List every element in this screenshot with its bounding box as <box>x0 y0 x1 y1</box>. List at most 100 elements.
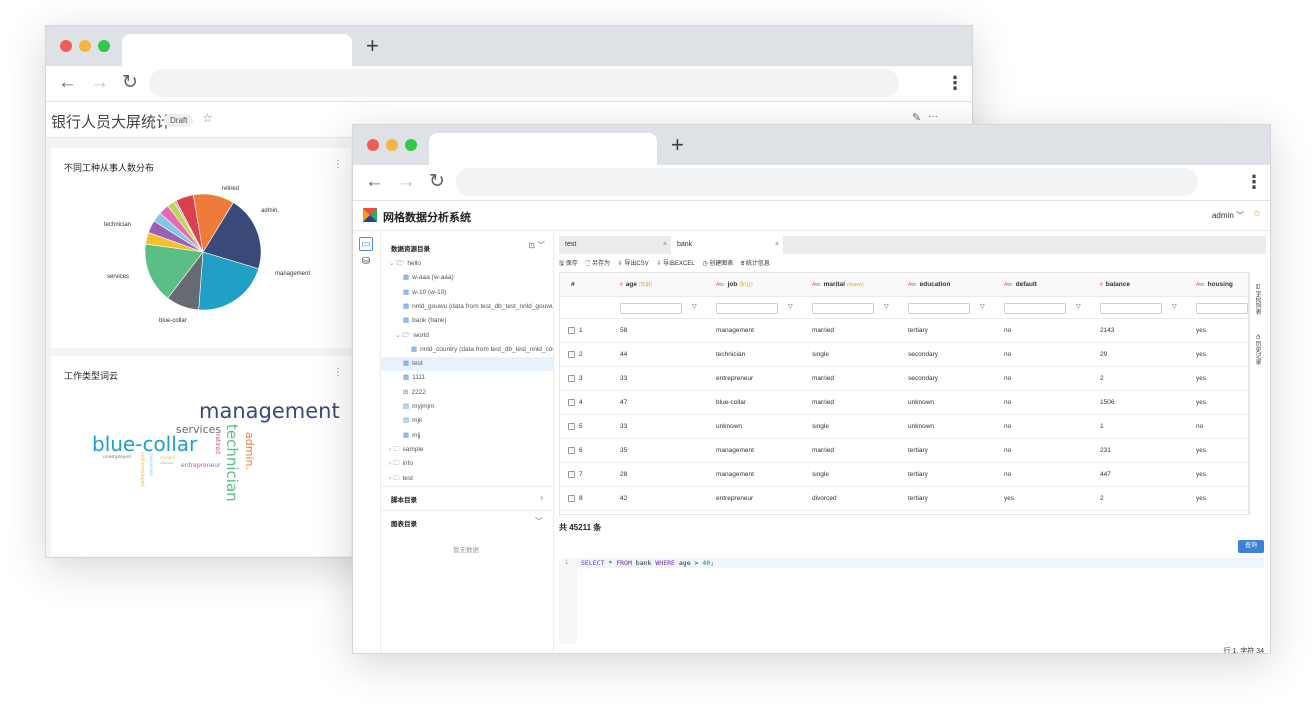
chevron-down-icon[interactable]: ﹀ <box>535 516 543 527</box>
table-row[interactable]: 4 47 blue-collar married unknown no 1506 yes <box>560 391 1248 415</box>
query-button[interactable]: 查询 <box>1238 540 1264 553</box>
more-icon[interactable]: ··· <box>928 111 938 122</box>
save-button[interactable]: 🖫 保存 <box>559 261 578 267</box>
new-tab-icon[interactable]: + <box>366 34 379 58</box>
table-row[interactable]: 7 28 management single tertiary no 447 yes <box>560 463 1248 487</box>
back-arrow-icon[interactable]: ← <box>365 170 384 194</box>
tree-item[interactable]: ▦ w-10 (w-10) <box>381 286 553 300</box>
filter-icon[interactable]: ▽ <box>1076 303 1081 310</box>
column-header-housing[interactable]: Abc housing <box>1196 273 1248 297</box>
row-checkbox[interactable] <box>568 470 575 478</box>
back-arrow-icon[interactable]: ← <box>58 71 77 95</box>
tree-item[interactable]: ▦ test <box>381 357 553 372</box>
forward-arrow-icon[interactable]: → <box>397 170 416 194</box>
column-header-marital[interactable]: Abc marital (wqww) <box>812 273 908 297</box>
table-row[interactable]: 6 35 management married tertiary no 231 yes <box>560 439 1248 463</box>
column-header-education[interactable]: Abc education <box>908 273 1004 297</box>
folder-icon[interactable]: ▭ <box>359 237 373 251</box>
filter-input[interactable] <box>1004 303 1066 314</box>
table-row[interactable]: 2 44 technician single secondary no 29 yes <box>560 343 1248 367</box>
star-icon[interactable]: ☆ <box>202 111 213 125</box>
column-header-job[interactable]: Abc job (职业) <box>716 273 812 297</box>
tree-item[interactable]: ▤ myjmjm <box>381 400 553 414</box>
user-menu[interactable]: admin ﹀ <box>1212 210 1244 221</box>
browser-tab[interactable] <box>122 34 352 66</box>
close-window-icon[interactable] <box>60 40 72 52</box>
tree-item[interactable]: › 🗀 info <box>381 457 553 471</box>
filter-input[interactable] <box>812 303 874 314</box>
filter-input[interactable] <box>620 303 682 314</box>
history-button[interactable]: ⟲ 历史记录 <box>1253 334 1262 365</box>
card-menu-icon[interactable]: ⋮ <box>333 367 343 378</box>
sql-line[interactable]: SELECT * FROM bank WHERE age > 40; <box>577 558 1264 568</box>
add-folder-icon[interactable]: ⊡ ﹀ <box>528 240 545 251</box>
script-section-title[interactable]: 脚本目录 <box>391 494 417 504</box>
close-icon[interactable]: × <box>775 236 779 254</box>
new-tab-icon[interactable]: + <box>671 133 684 157</box>
create-chart-button[interactable]: ◷ 创建图表 <box>702 261 733 267</box>
address-bar[interactable] <box>456 168 1198 196</box>
tree-item[interactable]: ▦ mjj <box>381 429 553 443</box>
table-row[interactable]: 1 58 management married tertiary no 2143 yes <box>560 319 1248 343</box>
tree-item[interactable]: ▦ nnld_gouwu (data from test_db_test_nnld… <box>381 300 553 314</box>
close-icon[interactable]: × <box>663 236 667 254</box>
database-icon[interactable]: ⛁ <box>359 255 373 269</box>
address-bar[interactable] <box>149 69 899 97</box>
row-checkbox[interactable] <box>568 446 575 454</box>
row-checkbox[interactable] <box>568 350 575 358</box>
theme-toggle-icon[interactable]: ☼ <box>1252 207 1262 219</box>
chevron-right-icon[interactable]: › <box>540 493 543 502</box>
export-excel-button[interactable]: ⇩ 导出EXCEL <box>656 261 694 267</box>
filter-icon[interactable]: ▽ <box>692 303 697 310</box>
filter-input[interactable] <box>908 303 970 314</box>
column-header-balance[interactable]: # balance <box>1100 273 1196 297</box>
tab-bank[interactable]: bank × <box>671 236 783 254</box>
filter-input[interactable] <box>1100 303 1162 314</box>
forward-arrow-icon[interactable]: → <box>90 71 109 95</box>
filter-icon[interactable]: ▽ <box>788 303 793 310</box>
row-checkbox[interactable] <box>568 422 575 430</box>
tree-item[interactable]: ▤ mjk <box>381 414 553 428</box>
row-checkbox[interactable] <box>568 398 575 406</box>
filter-input[interactable] <box>716 303 778 314</box>
chart-section-title[interactable]: 图表目录 <box>391 518 417 528</box>
tree-item[interactable]: ▦ nnld_country (data from test_db_test_nn… <box>381 343 553 357</box>
minimize-window-icon[interactable] <box>386 139 398 151</box>
edit-icon[interactable]: ✎ <box>912 111 921 124</box>
tree-item[interactable]: › 🗀 test <box>381 472 553 486</box>
row-checkbox[interactable] <box>568 326 575 334</box>
tree-item[interactable]: › 🗀 sample <box>381 443 553 457</box>
filter-icon[interactable]: ▽ <box>980 303 985 310</box>
maximize-window-icon[interactable] <box>405 139 417 151</box>
filter-input[interactable] <box>1196 303 1248 314</box>
tree-item[interactable]: ⌄ 🗁 hello <box>381 257 553 271</box>
browser-menu-icon[interactable]: ⋮ <box>946 71 964 95</box>
filter-icon[interactable]: ▽ <box>884 303 889 310</box>
save-as-button[interactable]: 🗋 另存为 <box>585 261 610 267</box>
column-header-age[interactable]: # age (年龄) <box>620 273 716 297</box>
table-row[interactable]: 5 33 unknown single unknown no 1 no <box>560 415 1248 439</box>
table-row[interactable]: 3 33 entrepreneur married secondary no 2 yes <box>560 367 1248 391</box>
minimize-window-icon[interactable] <box>79 40 91 52</box>
stats-button[interactable]: ⩩ 统计信息 <box>741 261 770 267</box>
tree-item[interactable]: ▦ w-aaa (w-aaa) <box>381 271 553 285</box>
tree-item[interactable]: ▦ bank (bank) <box>381 314 553 328</box>
maximize-window-icon[interactable] <box>98 40 110 52</box>
column-header-index[interactable]: # <box>568 273 620 297</box>
tree-item[interactable]: ⌄ 🗁 world <box>381 329 553 343</box>
close-window-icon[interactable] <box>367 139 379 151</box>
column-header-default[interactable]: Abc default <box>1004 273 1100 297</box>
tab-test[interactable]: test × <box>559 236 671 254</box>
table-row[interactable]: 8 42 entrepreneur divorced tertiary yes 2 yes <box>560 487 1248 511</box>
field-list-button[interactable]: ⊟ 字段列表 <box>1253 284 1262 315</box>
browser-menu-icon[interactable]: ⋮ <box>1245 170 1263 194</box>
row-checkbox[interactable] <box>568 374 575 382</box>
filter-icon[interactable]: ▽ <box>1172 303 1177 310</box>
export-csv-button[interactable]: ⇩ 导出CSV <box>618 261 649 267</box>
browser-tab[interactable] <box>429 133 657 165</box>
row-checkbox[interactable] <box>568 494 575 502</box>
tree-item[interactable]: ▦ 1111 <box>381 371 553 385</box>
reload-icon[interactable]: ↻ <box>429 170 445 194</box>
sql-editor[interactable]: 1 SELECT * FROM bank WHERE age > 40; <box>559 558 1264 644</box>
reload-icon[interactable]: ↻ <box>122 71 138 95</box>
